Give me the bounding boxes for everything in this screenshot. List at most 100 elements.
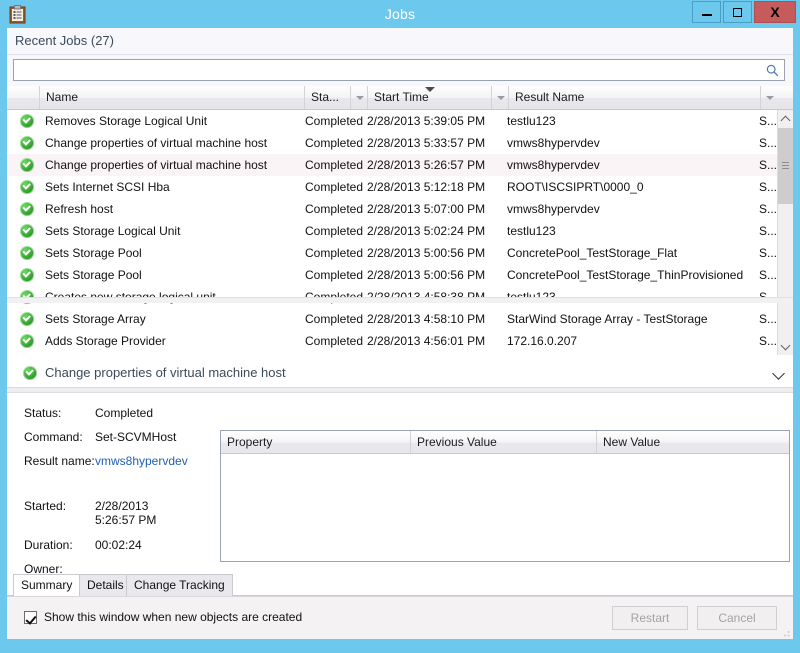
cell-name: Sets Storage Pool <box>45 268 142 282</box>
column-filter-start-time[interactable] <box>492 86 509 109</box>
success-check-icon <box>20 114 34 128</box>
cell-result-name: vmws8hypervdev <box>507 136 600 150</box>
column-filter-result-name[interactable] <box>761 86 778 109</box>
cell-status: Completed <box>305 334 364 348</box>
table-row[interactable]: Change properties of virtual machine hos… <box>7 132 777 154</box>
cell-owner: S... <box>759 334 777 348</box>
cell-name: Sets Storage Pool <box>45 246 142 260</box>
minimize-button[interactable] <box>692 1 721 23</box>
cell-owner: S... <box>759 114 777 128</box>
close-button[interactable]: X <box>754 1 796 23</box>
cell-status: Completed <box>305 136 364 150</box>
status-label: Status: <box>24 406 62 420</box>
recent-jobs-band: Recent Jobs (27) <box>7 28 793 55</box>
cell-owner: S... <box>759 180 777 194</box>
new-value-column-header[interactable]: New Value <box>597 431 789 453</box>
column-header-status-icon[interactable] <box>15 86 40 109</box>
window-content: Recent Jobs (27) Name Sta... Start Time <box>7 28 793 639</box>
cell-start-time: 2/28/2013 5:39:05 PM <box>367 114 486 128</box>
table-row[interactable]: Adds Storage Provider Completed 2/28/2013 … <box>7 330 777 352</box>
cell-result-name: StarWind Storage Array - TestStorage <box>507 312 708 326</box>
cell-name: Sets Storage Logical Unit <box>45 224 181 238</box>
result-name-link[interactable]: vmws8hypervdev <box>95 454 205 468</box>
cell-status: Completed <box>305 158 364 172</box>
tab-summary[interactable]: Summary <box>13 574 81 597</box>
cell-result-name: 172.16.0.207 <box>507 334 578 348</box>
cell-status: Completed <box>305 114 364 128</box>
success-check-icon <box>20 158 34 172</box>
cell-start-time: 2/28/2013 5:07:00 PM <box>367 202 486 216</box>
table-row[interactable]: Removes Storage Logical Unit Completed 2/2… <box>7 110 777 132</box>
search-input[interactable] <box>18 62 758 79</box>
cell-start-time: 2/28/2013 5:26:57 PM <box>367 158 486 172</box>
cell-name: Removes Storage Logical Unit <box>45 114 208 128</box>
cell-result-name: testlu123 <box>507 114 556 128</box>
table-row[interactable]: Sets Storage Pool Completed 2/28/2013 5:00… <box>7 264 777 286</box>
chevron-down-icon[interactable] <box>772 367 785 380</box>
list-divider <box>7 297 793 303</box>
jobs-window: Jobs X Recent Jobs (27) Name Sta... Star… <box>0 0 800 653</box>
window-title: Jobs <box>384 6 416 22</box>
duration-label: Duration: <box>24 538 73 552</box>
search-bar <box>7 55 793 86</box>
recent-jobs-title: Recent Jobs (27) <box>15 33 114 48</box>
maximize-button[interactable] <box>723 1 752 23</box>
started-value: 2/28/2013 5:26:57 PM <box>95 499 157 527</box>
cell-result-name: vmws8hypervdev <box>507 202 600 216</box>
column-filter-status[interactable] <box>351 86 368 109</box>
success-check-icon <box>20 312 34 326</box>
table-row[interactable]: Sets Internet SCSI Hba Completed 2/28/2013… <box>7 176 777 198</box>
tab-strip: Summary Details Change Tracking <box>7 574 793 597</box>
cell-result-name: ROOT\ISCSIPRT\0000_0 <box>507 180 644 194</box>
column-header-status[interactable]: Sta... <box>305 86 351 109</box>
detail-divider <box>7 388 793 393</box>
started-label: Started: <box>24 499 67 513</box>
duration-value: 00:02:24 <box>95 538 142 552</box>
table-row[interactable]: Sets Storage Pool Completed 2/28/2013 5:00… <box>7 242 777 264</box>
search-box[interactable] <box>13 59 785 81</box>
table-row[interactable]: Sets Storage Logical Unit Completed 2/28/2… <box>7 220 777 242</box>
jobs-list-scrollbar[interactable] <box>777 110 793 355</box>
window-controls: X <box>692 1 796 23</box>
tab-details[interactable]: Details <box>79 574 132 596</box>
chevron-up-icon <box>780 115 791 125</box>
cell-result-name: ConcretePool_TestStorage_Flat <box>507 246 678 260</box>
cell-start-time: 2/28/2013 4:58:10 PM <box>367 312 486 326</box>
show-window-checkbox[interactable]: Show this window when new objects are cr… <box>24 610 302 624</box>
checkbox-checked-icon[interactable] <box>24 610 37 624</box>
scrollbar-thumb[interactable] <box>778 128 793 204</box>
resize-grip-icon[interactable] <box>780 627 790 637</box>
scrollbar-grip-icon <box>782 162 789 169</box>
previous-value-column-header[interactable]: Previous Value <box>411 431 597 453</box>
cell-start-time: 2/28/2013 5:02:24 PM <box>367 224 486 238</box>
table-row[interactable]: Change properties of virtual machine hos… <box>7 154 777 176</box>
table-row[interactable]: Sets Storage Array Completed 2/28/2013 4:5… <box>7 308 777 330</box>
cell-owner: S... <box>759 246 777 260</box>
restart-button[interactable]: Restart <box>612 606 688 630</box>
scroll-down-button[interactable] <box>778 338 793 355</box>
success-check-icon <box>20 268 34 282</box>
property-column-header[interactable]: Property <box>221 431 411 453</box>
tab-change-tracking[interactable]: Change Tracking <box>126 574 233 596</box>
success-check-icon <box>20 202 34 216</box>
summary-pane: Status: Completed Command: Set-SCVMHost … <box>7 394 793 576</box>
scroll-up-button[interactable] <box>778 110 793 127</box>
cancel-button[interactable]: Cancel <box>697 606 777 630</box>
property-table: Property Previous Value New Value <box>220 430 790 562</box>
success-check-icon <box>20 136 34 150</box>
success-check-icon <box>23 366 37 380</box>
jobs-list: Name Sta... Start Time Result Name Remov… <box>7 86 793 355</box>
detail-header-title: Change properties of virtual machine hos… <box>45 365 286 380</box>
success-check-icon <box>20 180 34 194</box>
cell-name: Sets Internet SCSI Hba <box>45 180 170 194</box>
column-header-name[interactable]: Name <box>40 86 305 109</box>
cell-start-time: 2/28/2013 5:00:56 PM <box>367 246 486 260</box>
search-icon[interactable] <box>766 64 779 77</box>
success-check-icon <box>20 224 34 238</box>
column-header-result-name[interactable]: Result Name <box>509 86 761 109</box>
cell-start-time: 2/28/2013 5:12:18 PM <box>367 180 486 194</box>
cell-owner: S... <box>759 136 777 150</box>
table-row[interactable]: Refresh host Completed 2/28/2013 5:07:00 P… <box>7 198 777 220</box>
detail-header[interactable]: Change properties of virtual machine hos… <box>7 358 793 388</box>
result-name-label: Result name: <box>24 454 95 468</box>
